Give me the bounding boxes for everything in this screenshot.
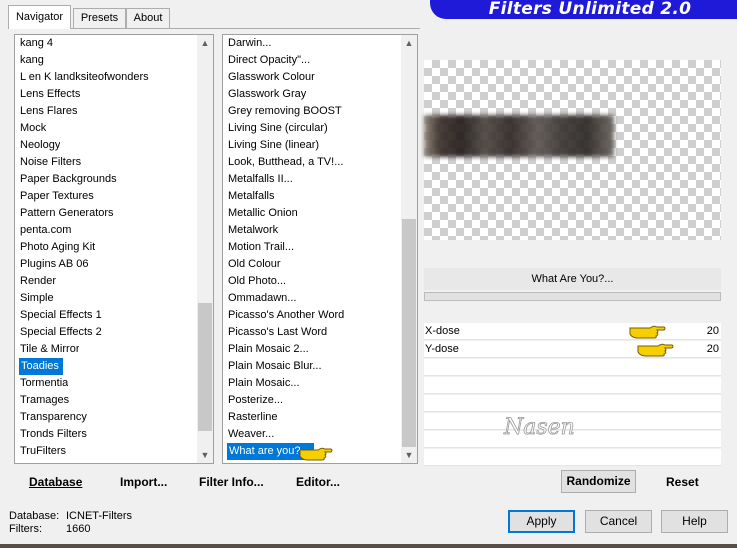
scroll-down-icon[interactable]: ▼ (197, 447, 213, 463)
category-item[interactable]: Lens Effects (20, 86, 80, 103)
filter-item[interactable]: Glasswork Gray (228, 86, 306, 103)
filter-item[interactable]: Ommadawn... (228, 290, 296, 307)
parameter-row-y-dose[interactable]: Y-dose 20 (424, 341, 721, 358)
filter-item[interactable]: Metalfalls II... (228, 171, 293, 188)
filter-item[interactable]: Plain Mosaic... (228, 375, 300, 392)
scroll-up-icon[interactable]: ▲ (197, 35, 213, 51)
filter-item[interactable]: Metalfalls (228, 188, 274, 205)
filter-item[interactable]: Grey removing BOOST (228, 103, 342, 120)
parameter-label: X-dose (425, 325, 460, 337)
database-button[interactable]: Database (29, 472, 82, 492)
filter-item[interactable]: Plain Mosaic 2... (228, 341, 309, 358)
category-item[interactable]: Toadies (19, 358, 63, 375)
filter-item[interactable]: Picasso's Another Word (228, 307, 344, 324)
category-item[interactable]: Paper Textures (20, 188, 94, 205)
database-value: ICNET-Filters (66, 510, 132, 522)
category-item[interactable]: Special Effects 2 (20, 324, 102, 341)
tab-about[interactable]: About (126, 8, 170, 28)
category-item[interactable]: kang 4 (20, 35, 53, 52)
filter-item[interactable]: Weaver... (228, 426, 274, 443)
filter-item[interactable]: Living Sine (circular) (228, 120, 328, 137)
parameter-row-empty (424, 359, 721, 376)
parameter-label: Y-dose (425, 343, 459, 355)
scroll-down-icon[interactable]: ▼ (401, 447, 417, 463)
parameter-separator-bar (424, 292, 721, 301)
filters-count-value: 1660 (66, 523, 91, 535)
filter-item[interactable]: Old Colour (228, 256, 281, 273)
filter-title: What Are You?... (424, 268, 721, 290)
apply-button[interactable]: Apply (508, 510, 575, 533)
svg-text:Nasen: Nasen (503, 415, 575, 440)
filter-item[interactable]: Old Photo... (228, 273, 286, 290)
category-item[interactable]: Transparency (20, 409, 87, 426)
category-item[interactable]: Photo Aging Kit (20, 239, 95, 256)
filter-scroll-thumb[interactable] (402, 219, 416, 447)
category-item[interactable]: Noise Filters (20, 154, 81, 171)
filter-info-button[interactable]: Filter Info... (199, 472, 264, 492)
category-item[interactable]: Tormentia (20, 375, 68, 392)
category-item[interactable]: Neology (20, 137, 60, 154)
category-item[interactable]: Pattern Generators (20, 205, 114, 222)
category-item[interactable]: Render (20, 273, 56, 290)
filter-item[interactable]: Metallic Onion (228, 205, 298, 222)
category-item[interactable]: Mock (20, 120, 46, 137)
category-item[interactable]: Lens Flares (20, 103, 77, 120)
filter-scrollbar[interactable]: ▲ ▼ (401, 35, 417, 463)
category-scrollbar[interactable]: ▲ ▼ (197, 35, 213, 463)
randomize-button[interactable]: Randomize (561, 470, 636, 493)
category-item[interactable]: Tile & Mirror (20, 341, 79, 358)
window-bottom-edge (0, 544, 737, 548)
pointing-hand-icon (299, 447, 333, 461)
preview-image (424, 115, 614, 157)
category-scroll-thumb[interactable] (198, 303, 212, 431)
watermark-logo: Nasen (503, 415, 576, 441)
tab-navigator[interactable]: Navigator (8, 5, 71, 29)
parameter-row-empty (424, 377, 721, 394)
filter-item[interactable]: Look, Butthead, a TV!... (228, 154, 343, 171)
preview-canvas (424, 60, 721, 240)
category-item[interactable]: Paper Backgrounds (20, 171, 117, 188)
category-item[interactable]: Tramages (20, 392, 69, 409)
scroll-up-icon[interactable]: ▲ (401, 35, 417, 51)
filter-item[interactable]: Darwin... (228, 35, 271, 52)
tab-presets[interactable]: Presets (73, 8, 126, 28)
filter-item[interactable]: Posterize... (228, 392, 283, 409)
editor-button[interactable]: Editor... (296, 472, 340, 492)
category-item[interactable]: Tronds Filters (20, 426, 87, 443)
category-item[interactable]: TruFilters (20, 443, 66, 460)
filter-item[interactable]: Plain Mosaic Blur... (228, 358, 322, 375)
filter-item[interactable]: Glasswork Colour (228, 69, 315, 86)
parameter-row-x-dose[interactable]: X-dose 20 (424, 323, 721, 340)
filter-list[interactable]: Darwin... Direct Opacity"... Glasswork Col… (222, 34, 418, 464)
parameter-value: 20 (706, 325, 719, 337)
app-brand-title: Filters Unlimited 2.0 (430, 0, 737, 19)
database-label: Database: (9, 510, 60, 522)
category-item[interactable]: Simple (20, 290, 54, 307)
category-item[interactable]: kang (20, 52, 44, 69)
filter-item[interactable]: Direct Opacity"... (228, 52, 310, 69)
filter-item[interactable]: Metalwork (228, 222, 278, 239)
parameter-value: 20 (706, 343, 719, 355)
category-item[interactable]: Special Effects 1 (20, 307, 102, 324)
parameter-row-empty (424, 449, 721, 466)
reset-button[interactable]: Reset (666, 472, 699, 492)
pointing-hand-icon (629, 325, 666, 339)
help-button[interactable]: Help (661, 510, 728, 533)
filter-item[interactable]: Picasso's Last Word (228, 324, 327, 341)
category-list[interactable]: kang 4 kang L en K landksiteofwonders Lens … (14, 34, 214, 464)
cancel-button[interactable]: Cancel (585, 510, 652, 533)
filter-item[interactable]: Rasterline (228, 409, 278, 426)
category-item[interactable]: L en K landksiteofwonders (20, 69, 149, 86)
import-button[interactable]: Import... (120, 472, 167, 492)
filter-item[interactable]: Living Sine (linear) (228, 137, 319, 154)
filter-item[interactable]: Motion Trail... (228, 239, 294, 256)
filters-count-label: Filters: (9, 523, 42, 535)
pointing-hand-icon (637, 343, 674, 357)
category-item[interactable]: penta.com (20, 222, 71, 239)
category-item[interactable]: Plugins AB 06 (20, 256, 89, 273)
